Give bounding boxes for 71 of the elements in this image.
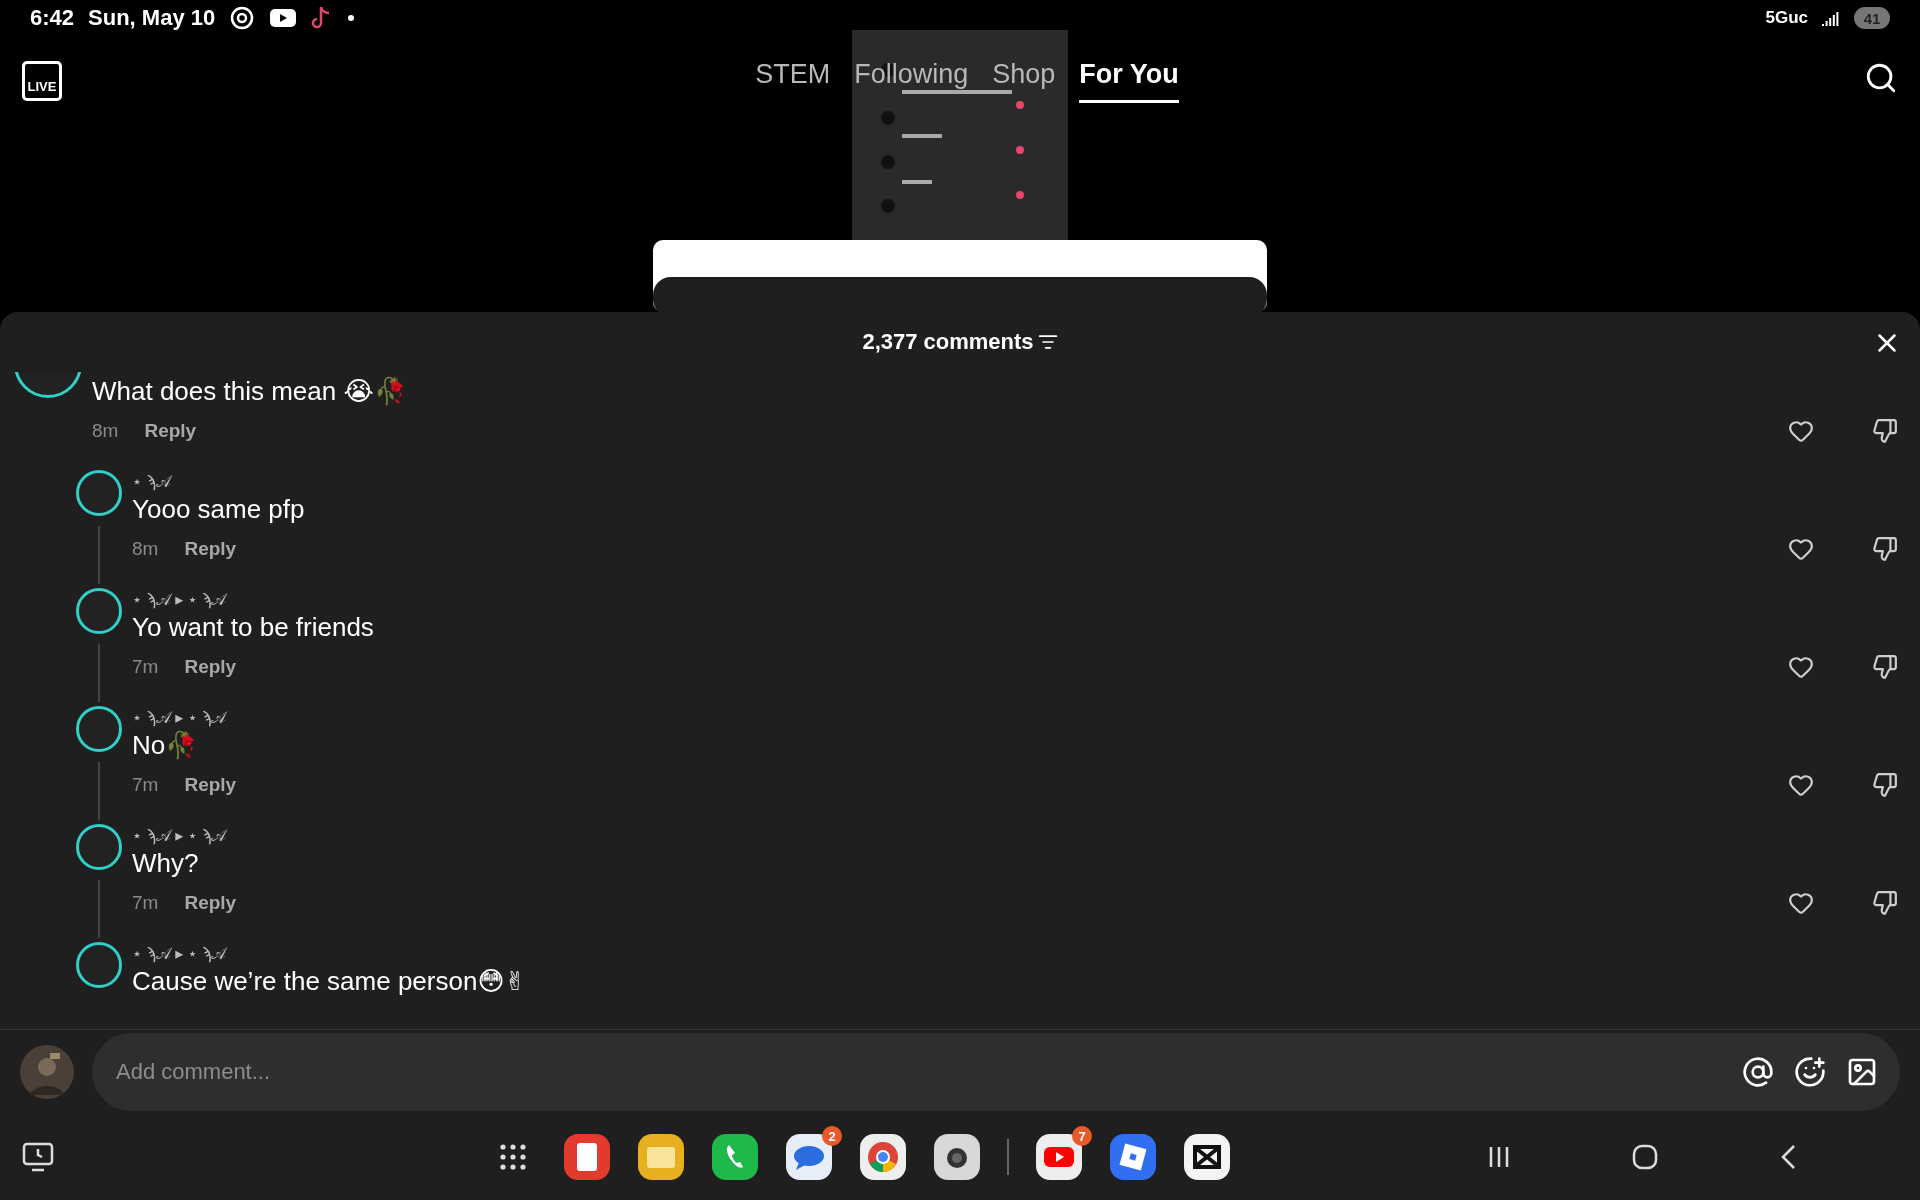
comment-field[interactable]: Add comment... [92,1033,1900,1111]
comment-text: Yo want to be friends [132,611,375,644]
dislike-button[interactable] [1872,536,1898,562]
dock-divider [1006,1139,1010,1175]
battery-indicator: 41 [1854,7,1890,29]
comment-text: No🥀 [132,729,199,762]
dislike-button[interactable] [1872,772,1898,798]
user-avatar[interactable] [76,588,122,634]
mention-button[interactable] [1742,1056,1774,1088]
sticker-button[interactable] [1794,1056,1826,1088]
status-date: Sun, May 10 [88,5,216,31]
reply-button[interactable]: Reply [184,538,237,560]
live-button[interactable]: LIVE [22,61,62,101]
like-button[interactable] [1788,418,1814,444]
comment-username[interactable]: ⋆ ϡ𝒜 ▸ ⋆ ϡ𝒜 [132,708,1898,728]
feed-tab[interactable]: STEM [755,53,831,103]
reply-button[interactable]: Reply [184,656,237,678]
dislike-button[interactable] [1872,418,1898,444]
reply-button[interactable]: Reply [184,774,237,796]
folder-app-icon[interactable] [636,1132,686,1182]
signal-icon [1822,10,1840,26]
messages-app-icon[interactable] [784,1132,834,1182]
search-button[interactable] [1864,61,1898,95]
comment-text: Why? [132,847,200,880]
dislike-button[interactable] [1872,890,1898,916]
comment-username[interactable]: ⋆ ϡ𝒜 [132,472,1898,492]
camera-app-icon[interactable] [932,1132,982,1182]
video-app-icon[interactable] [1034,1132,1084,1182]
comment-username[interactable]: ⋆ ϡ𝒜 ▸ ⋆ ϡ𝒜 [132,590,1898,610]
at-sign-app-icon [229,5,256,31]
user-avatar[interactable] [76,942,122,988]
notification-dot-icon [347,14,356,22]
phone-app-icon[interactable] [710,1132,760,1182]
like-button[interactable] [1788,772,1814,798]
home-button[interactable] [1632,1144,1658,1170]
comment-time: 7m [132,656,159,678]
like-button[interactable] [1788,654,1814,680]
comment-username[interactable]: ⋆ ϡ𝒜 ▸ ⋆ ϡ𝒜 [132,944,1898,964]
video-editor-app-icon[interactable] [1182,1132,1232,1182]
like-button[interactable] [1788,536,1814,562]
user-avatar[interactable] [76,706,122,752]
feed-tab[interactable]: Shop [992,53,1056,103]
network-label: 5Guc [1765,8,1808,28]
reply-button[interactable]: Reply [144,420,197,442]
play-app-icon [269,7,298,29]
comment-time: 8m [132,538,159,560]
user-avatar[interactable] [76,470,122,516]
feed-tab[interactable]: For You [1079,53,1179,103]
comment-username[interactable]: ⋆ ϡ𝒜 ▸ ⋆ ϡ𝒜 [132,826,1898,846]
game-app-icon[interactable] [1108,1132,1158,1182]
like-button[interactable] [1788,890,1814,916]
notification-badge: 7 [1072,1126,1092,1146]
comment-text: Cause we’re the same person😳✌ [132,965,528,998]
notification-badge: 2 [822,1126,842,1146]
comment-text: What does this mean 😭🥀 [92,375,407,408]
comment-input-field[interactable]: Add comment... [114,1058,1722,1086]
comment-time: 8m [92,420,119,442]
feed-tab[interactable]: Following [854,53,969,103]
image-button[interactable] [1846,1056,1878,1088]
browser-app-icon[interactable] [858,1132,908,1182]
sort-button[interactable] [1037,332,1058,352]
screen-clock-icon[interactable] [22,1142,54,1172]
comment-text: Yooo same pfp [132,493,306,526]
comment-time: 7m [132,774,159,796]
notes-app-icon[interactable] [562,1132,612,1182]
user-avatar[interactable] [76,824,122,870]
comment-time: 7m [132,892,159,914]
reply-button[interactable]: Reply [184,892,237,914]
status-time: 6:42 [30,5,75,31]
comments-count-title: 2,377 comments [862,329,1034,355]
dislike-button[interactable] [1872,654,1898,680]
